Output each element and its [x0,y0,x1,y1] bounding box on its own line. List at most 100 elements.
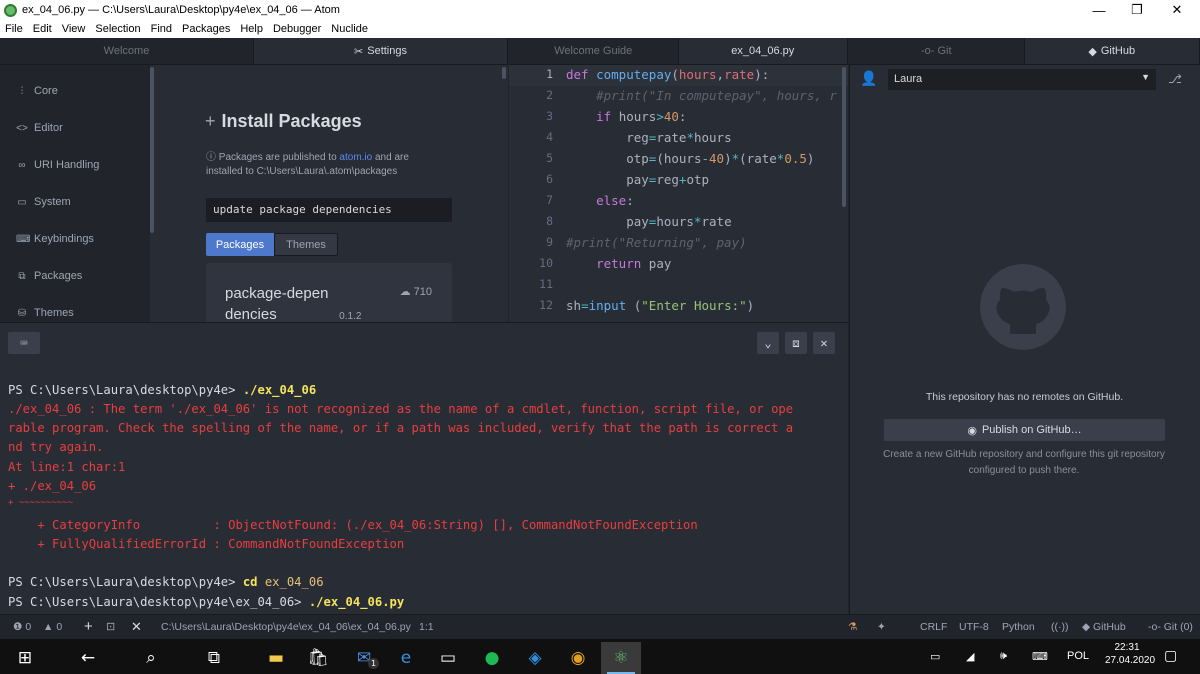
code-token: (rate [739,151,777,166]
grammar[interactable]: Python [1002,621,1035,633]
packages-toggle-button[interactable]: Packages [206,233,274,256]
flask-icon[interactable]: ⚗ [848,621,857,633]
terminal-error-line: ./ex_04_06 : The term './ex_04_06' is no… [8,402,794,416]
tab-welcome-guide[interactable]: Welcome Guide [509,38,679,64]
menu-help[interactable]: Help [235,23,268,35]
prompt: PS C:\Users\Laura\desktop\py4e\ex_04_06> [8,595,309,609]
code-token: hours [656,214,694,229]
file-path[interactable]: C:\Users\Laura\Desktop\py4e\ex_04_06\ex_… [161,621,411,633]
notifications-icon[interactable]: ▢ [1164,647,1177,664]
nav-core[interactable]: ⫶ Core [16,85,58,97]
maximize-terminal-button[interactable]: ⧈ [785,332,807,354]
menu-selection[interactable]: Selection [90,23,145,35]
terminal-error-line: nd try again. [8,440,104,454]
code-editor[interactable]: 1 2 3 4 5 6 7 8 9 10 11 12 def computepa… [509,65,848,322]
minimize-button[interactable]: — [1079,0,1119,20]
task-view-icon[interactable]: ⧉ [194,642,234,674]
code-line: #print("Returning", pay) [566,235,747,250]
tab-welcome[interactable]: Welcome [0,38,254,64]
restore-button[interactable]: ❐ [1117,0,1157,20]
keyboard-icon: ⌨ [16,233,31,245]
repo-settings-icon[interactable]: ⎇ [1168,72,1182,86]
tab-ex-04-06[interactable]: ex_04_06.py [678,38,848,64]
nav-system[interactable]: ▭ System [16,196,70,208]
line-number-gutter: 1 2 3 4 5 6 7 8 9 10 11 12 [509,65,557,322]
code-token: return [566,256,649,271]
keyboard-icon[interactable]: ⌨ [1032,650,1048,663]
battery-icon[interactable]: ▭ [930,650,940,663]
nav-editor[interactable]: <> Editor [16,122,63,134]
github-user-select[interactable]: Laura ▼ [888,69,1156,90]
file-explorer-icon[interactable]: ▬ [256,642,296,674]
publish-on-github-button[interactable]: ◉ Publish on GitHub… [884,419,1165,441]
new-terminal-icon[interactable]: + [84,618,93,635]
line-number: 4 [546,130,553,144]
editor-scrollbar[interactable] [842,67,846,207]
mail-icon[interactable]: ✉ 1 [344,642,384,674]
tab-git[interactable]: -o- Git [849,38,1025,64]
tab-label: GitHub [1100,45,1136,57]
package-search-input[interactable]: update package dependencies [206,198,452,222]
keyboard-icon[interactable]: ⌨ [8,332,40,354]
volume-icon[interactable]: 🕪 [1000,650,1007,663]
file-encoding[interactable]: UTF-8 [959,621,989,633]
code-token: ) [724,151,732,166]
code-token: ) [746,298,755,313]
clock[interactable]: 22:31 27.04.2020 [1105,642,1155,666]
error-count[interactable]: ❶ 0 [13,621,31,633]
close-button[interactable]: ✕ [1157,0,1197,20]
powershell-icon[interactable]: ▭ [428,642,468,674]
input-language[interactable]: POL [1067,650,1089,662]
line-ending[interactable]: CRLF [920,621,947,633]
back-arrow-icon[interactable]: ← [68,642,108,674]
code-line: return pay [566,256,671,271]
package-card[interactable]: package-dependencies 0.1.2 ☁ 710 [206,263,452,322]
settings-scrollbar[interactable] [502,67,506,79]
chrome-icon[interactable]: ◉ [558,642,598,674]
user-name: Laura [894,73,923,85]
close-icon[interactable]: ✕ [131,619,142,635]
store-icon[interactable]: 🛍 [298,642,338,674]
cursor-position[interactable]: 1:1 [419,621,434,633]
spotify-icon[interactable]: ● [472,642,512,674]
atom-app-icon[interactable]: ⚛ [601,642,641,674]
command: ./ex_04_06.py [308,595,405,609]
atom-io-link[interactable]: atom.io [339,152,372,163]
vscode-icon[interactable]: ◈ [515,642,555,674]
terminal-panel[interactable]: ⌨ ⌄ ⧈ ✕ PS C:\Users\Laura\desktop\py4e> … [0,322,848,614]
menu-packages[interactable]: Packages [177,23,235,35]
nav-uri-handling[interactable]: ∞ URI Handling [16,159,99,171]
mail-badge: 1 [368,658,379,669]
menu-find[interactable]: Find [146,23,177,35]
edge-browser-icon[interactable]: e [386,642,426,674]
tab-github[interactable]: ◆ GitHub [1024,38,1200,64]
wifi-icon[interactable]: ◢ [966,650,974,663]
code-token: def [566,67,597,82]
tab-settings[interactable]: ✂ Settings [254,38,508,64]
menu-nuclide[interactable]: Nuclide [326,23,373,35]
title-bar: ex_04_06.py — C:\Users\Laura\Desktop\py4… [0,0,1200,20]
bug-icon[interactable]: ✦ [877,621,886,633]
nav-themes[interactable]: ⛁ Themes [16,307,74,319]
windows-start-icon[interactable]: ⊞ [5,642,45,674]
git-status[interactable]: -o- Git (0) [1148,621,1193,633]
github-status[interactable]: ◆ GitHub [1082,621,1126,633]
menu-edit[interactable]: Edit [28,23,57,35]
code-token: hours [678,67,717,82]
hide-terminal-button[interactable]: ⌄ [757,332,779,354]
nav-packages[interactable]: ⧉ Packages [16,270,82,282]
broadcast-icon[interactable]: ((·)) [1051,621,1068,633]
warning-count[interactable]: ▲ 0 [43,621,62,633]
menu-view[interactable]: View [57,23,91,35]
code-token: ) [806,151,815,166]
publish-label: Publish on GitHub… [981,424,1082,436]
menu-file[interactable]: File [0,23,28,35]
close-terminal-button[interactable]: ✕ [813,332,835,354]
themes-toggle-button[interactable]: Themes [274,233,338,256]
nav-keybindings[interactable]: ⌨ Keybindings [16,233,94,245]
terminal-icon[interactable]: ⊡ [106,620,115,633]
menu-debugger[interactable]: Debugger [268,23,326,35]
code-token: ): [754,67,770,82]
nav-scrollbar[interactable] [150,67,154,233]
search-icon[interactable]: ⌕ [131,642,171,674]
